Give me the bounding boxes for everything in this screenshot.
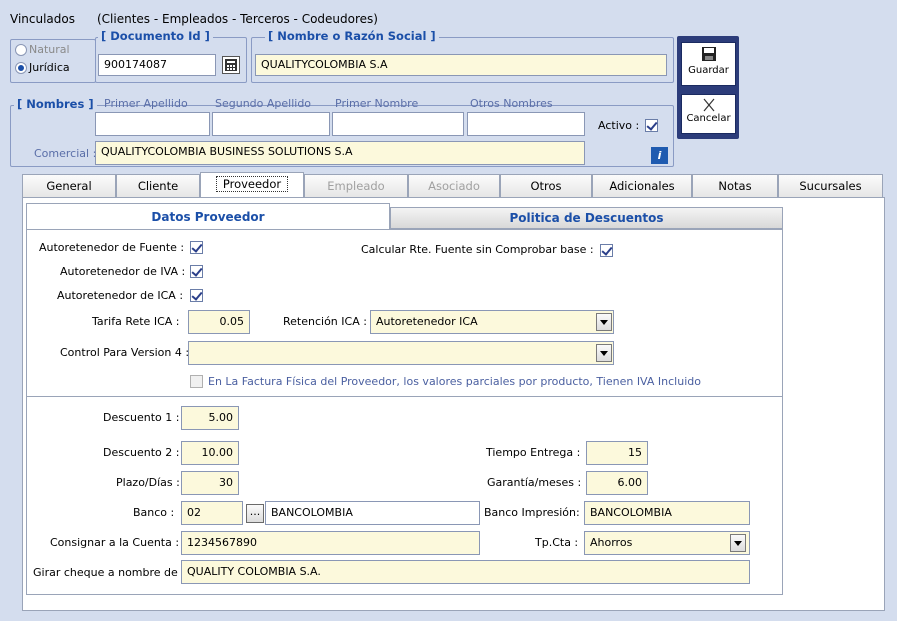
autoret-iva-checkbox[interactable] <box>190 265 203 278</box>
close-icon <box>701 98 717 112</box>
banco-impresion-input[interactable]: BANCOLOMBIA <box>584 501 750 525</box>
tab-general[interactable]: General <box>22 174 116 197</box>
garantia-input[interactable]: 6.00 <box>586 471 648 495</box>
window-subtitle: (Clientes - Empleados - Terceros - Codeu… <box>97 12 378 26</box>
tab-notas[interactable]: Notas <box>692 174 778 197</box>
tab-adicionales[interactable]: Adicionales <box>592 174 692 197</box>
descuento1-label: Descuento 1 : <box>103 411 180 424</box>
tab-sucursales[interactable]: Sucursales <box>778 174 883 197</box>
tiempo-entrega-label: Tiempo Entrega : <box>486 446 581 459</box>
banco-impresion-label: Banco Impresión: <box>484 506 580 519</box>
autoret-fuente-label: Autoretenedor de Fuente : <box>39 241 185 254</box>
control-dropdown-icon[interactable] <box>596 344 612 362</box>
banco-code-input[interactable]: 02 <box>181 501 243 525</box>
subtab-politica-descuentos[interactable]: Politica de Descuentos <box>390 207 783 229</box>
documento-input[interactable]: 900174087 <box>98 54 216 76</box>
otros-nombres-label: Otros Nombres <box>470 97 553 110</box>
guardar-label: Guardar <box>688 65 729 76</box>
tpcta-select[interactable]: Ahorros <box>584 531 750 555</box>
plazo-label: Plazo/Días : <box>116 476 180 489</box>
nombres-group-title: [ Nombres ] <box>14 97 97 111</box>
segundo-apellido-label: Segundo Apellido <box>215 97 312 110</box>
autoret-ica-checkbox[interactable] <box>190 289 203 302</box>
comercial-input[interactable]: QUALITYCOLOMBIA BUSINESS SOLUTIONS S.A <box>95 141 585 165</box>
tarifa-input[interactable]: 0.05 <box>188 310 250 334</box>
razon-social-group-title: [ Nombre o Razón Social ] <box>265 29 439 43</box>
cheque-label: Girar cheque a nombre de : <box>33 566 186 579</box>
cancelar-button[interactable]: Cancelar <box>681 94 736 134</box>
cheque-input[interactable]: QUALITY COLOMBIA S.A. <box>181 560 750 584</box>
primer-apellido-label: Primer Apellido <box>104 97 188 110</box>
tab-cliente[interactable]: Cliente <box>116 174 200 197</box>
documento-group-title: [ Documento Id ] <box>98 29 213 43</box>
autoret-ica-label: Autoretenedor de ICA : <box>57 289 184 302</box>
retencion-select[interactable]: Autoretenedor ICA <box>370 310 614 334</box>
control-select[interactable] <box>188 341 614 365</box>
descuento1-input[interactable]: 5.00 <box>181 406 239 430</box>
tarifa-label: Tarifa Rete ICA : <box>92 315 180 328</box>
info-icon[interactable]: i <box>651 147 668 164</box>
factura-iva-checkbox[interactable] <box>190 375 203 388</box>
radio-natural[interactable] <box>15 44 27 56</box>
activo-checkbox[interactable] <box>645 119 658 132</box>
section-divider <box>27 396 782 397</box>
tab-proveedor-label: Proveedor <box>215 176 289 192</box>
tab-asociado: Asociado <box>408 174 500 197</box>
radio-juridica[interactable] <box>15 62 27 74</box>
tiempo-entrega-input[interactable]: 15 <box>586 441 648 465</box>
calcular-checkbox[interactable] <box>600 244 613 257</box>
factura-iva-label: En La Factura Física del Proveedor, los … <box>208 375 701 388</box>
descuento2-label: Descuento 2 : <box>103 446 180 459</box>
control-label: Control Para Version 4 : <box>60 346 190 359</box>
otros-nombres-input[interactable] <box>467 112 585 136</box>
retencion-label: Retención ICA : <box>283 315 367 328</box>
cancelar-label: Cancelar <box>686 113 731 124</box>
calcular-label: Calcular Rte. Fuente sin Comprobar base … <box>361 243 594 256</box>
activo-label: Activo : <box>598 119 640 132</box>
segundo-apellido-input[interactable] <box>212 112 330 136</box>
primer-nombre-label: Primer Nombre <box>335 97 419 110</box>
cuenta-label: Consignar a la Cuenta : <box>50 536 180 549</box>
cuenta-input[interactable]: 1234567890 <box>181 531 480 555</box>
retencion-dropdown-icon[interactable] <box>596 313 612 331</box>
primer-nombre-input[interactable] <box>332 112 464 136</box>
autoret-fuente-checkbox[interactable] <box>190 241 203 254</box>
razon-social-input[interactable]: QUALITYCOLOMBIA S.A <box>255 54 667 76</box>
banco-name-input[interactable]: BANCOLOMBIA <box>265 501 480 525</box>
window-title: Vinculados <box>10 12 75 26</box>
garantia-label: Garantía/meses : <box>487 476 582 489</box>
tpcta-dropdown-icon[interactable] <box>730 534 746 552</box>
autoret-iva-label: Autoretenedor de IVA : <box>60 265 186 278</box>
calculator-icon[interactable] <box>222 56 240 74</box>
radio-juridica-label: Jurídica <box>29 61 70 74</box>
tpcta-label: Tp.Cta : <box>535 536 579 549</box>
banco-search-button[interactable]: ... <box>246 504 264 523</box>
tab-otros[interactable]: Otros <box>500 174 592 197</box>
subtab-datos-proveedor[interactable]: Datos Proveedor <box>26 203 390 230</box>
plazo-input[interactable]: 30 <box>181 471 239 495</box>
comercial-label: Comercial : <box>34 147 97 160</box>
descuento2-input[interactable]: 10.00 <box>181 441 239 465</box>
tab-empleado: Empleado <box>304 174 408 197</box>
primer-apellido-input[interactable] <box>95 112 210 136</box>
radio-natural-label: Natural <box>29 43 70 56</box>
guardar-button[interactable]: Guardar <box>681 42 736 86</box>
banco-label: Banco : <box>133 506 175 519</box>
save-icon <box>701 46 717 62</box>
tab-proveedor[interactable]: Proveedor <box>200 172 304 198</box>
